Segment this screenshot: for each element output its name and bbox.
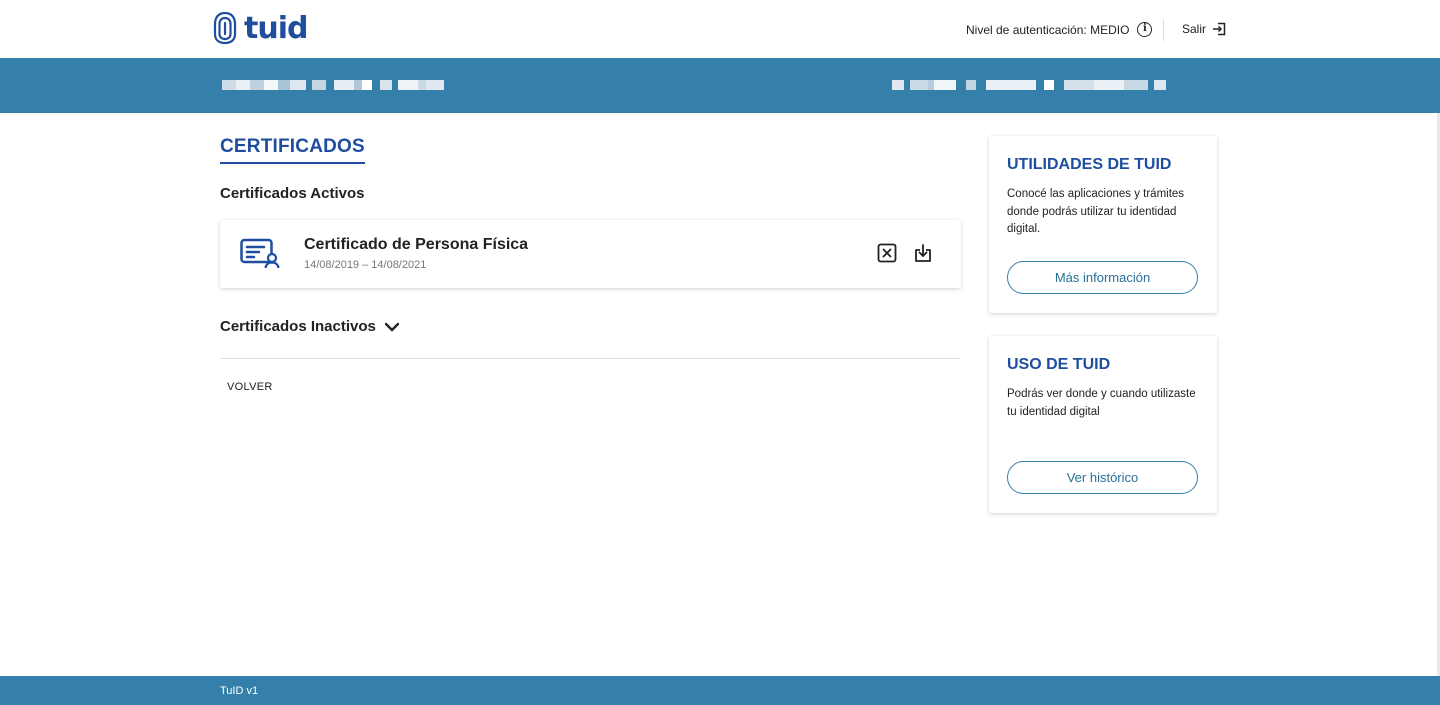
fingerprint-icon xyxy=(213,11,237,45)
top-header: tuid Nivel de autenticación: MEDIO i Sal… xyxy=(0,0,1440,58)
certificate-validity: 14/08/2019 – 14/08/2021 xyxy=(304,259,427,271)
header-divider xyxy=(1163,19,1164,41)
section-divider xyxy=(220,358,961,359)
inactive-certificates-toggle[interactable]: Certificados Inactivos xyxy=(220,318,400,335)
revoke-certificate-button[interactable] xyxy=(876,242,898,264)
usage-description: Podrás ver donde y cuando utilizaste tu … xyxy=(1007,388,1196,418)
footer: TuID v1 xyxy=(0,676,1440,705)
view-history-button[interactable]: Ver histórico xyxy=(1007,461,1198,494)
logout-label: Salir xyxy=(1182,22,1207,36)
inactive-certificates-heading: Certificados Inactivos xyxy=(220,318,376,335)
version-label: TuID v1 xyxy=(220,685,259,697)
close-box-icon xyxy=(877,243,897,263)
certificate-icon xyxy=(240,238,282,275)
active-certificates-heading: Certificados Activos xyxy=(220,185,365,202)
usage-card: USO DE TUID Podrás ver donde y cuando ut… xyxy=(989,336,1217,513)
user-banner xyxy=(0,58,1440,113)
logout-icon xyxy=(1213,22,1226,36)
user-id-redacted xyxy=(892,80,1166,90)
utilities-description: Conocé las aplicaciones y trámites donde… xyxy=(1007,188,1185,235)
auth-level-label: Nivel de autenticación: MEDIO xyxy=(966,22,1130,37)
info-icon[interactable]: i xyxy=(1137,22,1153,37)
page-title: CERTIFICADOS xyxy=(220,136,365,164)
user-name-redacted xyxy=(222,80,444,90)
utilities-card: UTILIDADES DE TUID Conocé las aplicacion… xyxy=(989,136,1217,313)
download-icon xyxy=(915,244,931,262)
certificate-name: Certificado de Persona Física xyxy=(304,236,529,253)
utilities-title: UTILIDADES DE TUID xyxy=(1007,156,1172,173)
usage-title: USO DE TUID xyxy=(1007,356,1111,373)
chevron-down-icon xyxy=(384,322,400,331)
logout-button[interactable]: Salir xyxy=(1182,22,1226,36)
logo-text: tuid xyxy=(244,10,308,46)
certificate-card: Certificado de Persona Física 14/08/2019… xyxy=(220,220,961,288)
tuid-logo[interactable]: tuid xyxy=(212,10,308,46)
back-link[interactable]: VOLVER xyxy=(227,381,273,393)
download-certificate-button[interactable] xyxy=(912,242,934,264)
auth-level: Nivel de autenticación: MEDIO i xyxy=(966,22,1153,37)
more-info-button[interactable]: Más información xyxy=(1007,261,1198,294)
